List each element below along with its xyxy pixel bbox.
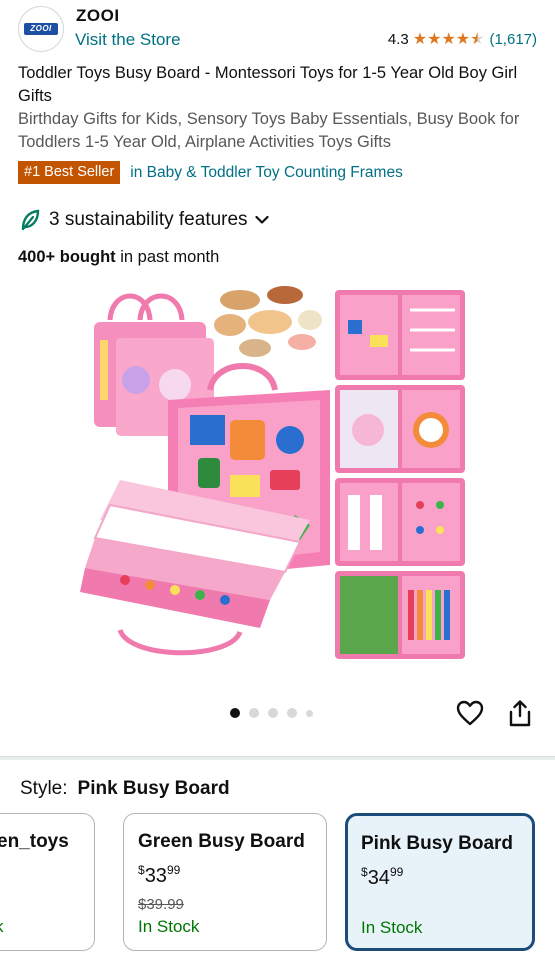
page-thumbnails-illustration [335,290,465,659]
best-seller-badge: #1 Best Seller [18,161,121,184]
star-rating-icon: ★ ★ ★ ★ ★ [412,30,485,48]
half-star-icon: ★ [470,30,485,48]
carousel-dot[interactable] [268,708,278,718]
price-currency: $ [138,863,145,877]
section-divider [0,756,555,760]
brand-logo[interactable]: ZOOI [18,6,64,52]
product-subtitle: Birthday Gifts for Kids, Sensory Toys Ba… [18,110,520,151]
product-image[interactable] [80,280,480,665]
rating-count-link[interactable]: (1,617) [489,31,537,48]
style-option-price: $3399 [138,863,180,888]
best-seller-row: #1 Best Seller in Baby & Toddler Toy Cou… [18,161,403,184]
best-seller-category-link[interactable]: in Baby & Toddler Toy Counting Frames [130,164,403,182]
style-option-stock: k [0,917,4,937]
purchase-count: 400+ bought in past month [18,248,219,267]
carousel-dot[interactable] [230,708,240,718]
sustainability-label: 3 sustainability features [49,209,248,230]
style-option-name: Pink Busy Board [361,833,514,854]
style-option-name: Green Busy Board [138,831,305,852]
purchase-count-rest: in past month [115,248,220,266]
brand-logo-text: ZOOI [24,23,58,35]
carousel-dot[interactable] [306,709,313,717]
star-icon: ★ [455,30,471,48]
style-option-stock: In Stock [361,918,423,937]
product-title: Toddler Toys Busy Board - Montessori Toy… [18,64,518,105]
share-icon[interactable] [508,699,532,727]
style-option-name: en_toys [0,831,69,852]
heart-icon[interactable] [456,700,484,726]
style-option-stock: In Stock [138,917,200,936]
price-whole: 33 [144,865,167,887]
style-selection-label: Style: Pink Busy Board [20,778,230,800]
star-icon: ★ [412,30,428,48]
star-icon: ★ [441,30,456,48]
style-option-card[interactable]: en_toys k [0,813,95,951]
price-cents: 99 [166,863,181,877]
carousel-dot[interactable] [249,708,259,718]
style-selected-value: Pink Busy Board [77,778,230,799]
style-label: Style: [20,778,68,799]
price-whole: 34 [367,867,390,889]
purchase-count-bold: 400+ bought [18,248,116,266]
rating-value: 4.3 [387,31,409,48]
visit-store-link[interactable]: Visit the Store [75,30,181,50]
price-cents: 99 [389,865,404,879]
style-option-card[interactable]: Green Busy Board $3399 $39.99 In Stock [123,813,327,951]
brand-name[interactable]: ZOOI [76,6,120,26]
star-icon: ★ [427,30,442,48]
rating-summary[interactable]: 4.3 ★ ★ ★ ★ ★ (1,617) [388,31,537,48]
style-option-card-selected[interactable]: Pink Busy Board $3499 In Stock [345,813,535,951]
sustainability-features-toggle[interactable]: 3 sustainability features [20,209,269,231]
store-header: ZOOI ZOOI Visit the Store 4.3 ★ ★ ★ ★ ★ … [0,0,555,58]
chevron-down-icon [254,215,269,224]
animal-puzzle-illustration [214,286,322,357]
carousel-dot[interactable] [287,708,297,718]
image-carousel-dots[interactable] [230,708,313,718]
price-currency: $ [361,865,368,879]
style-option-price: $3499 [361,865,403,890]
leaf-icon [21,209,40,231]
style-option-list-price: $39.99 [138,896,184,913]
